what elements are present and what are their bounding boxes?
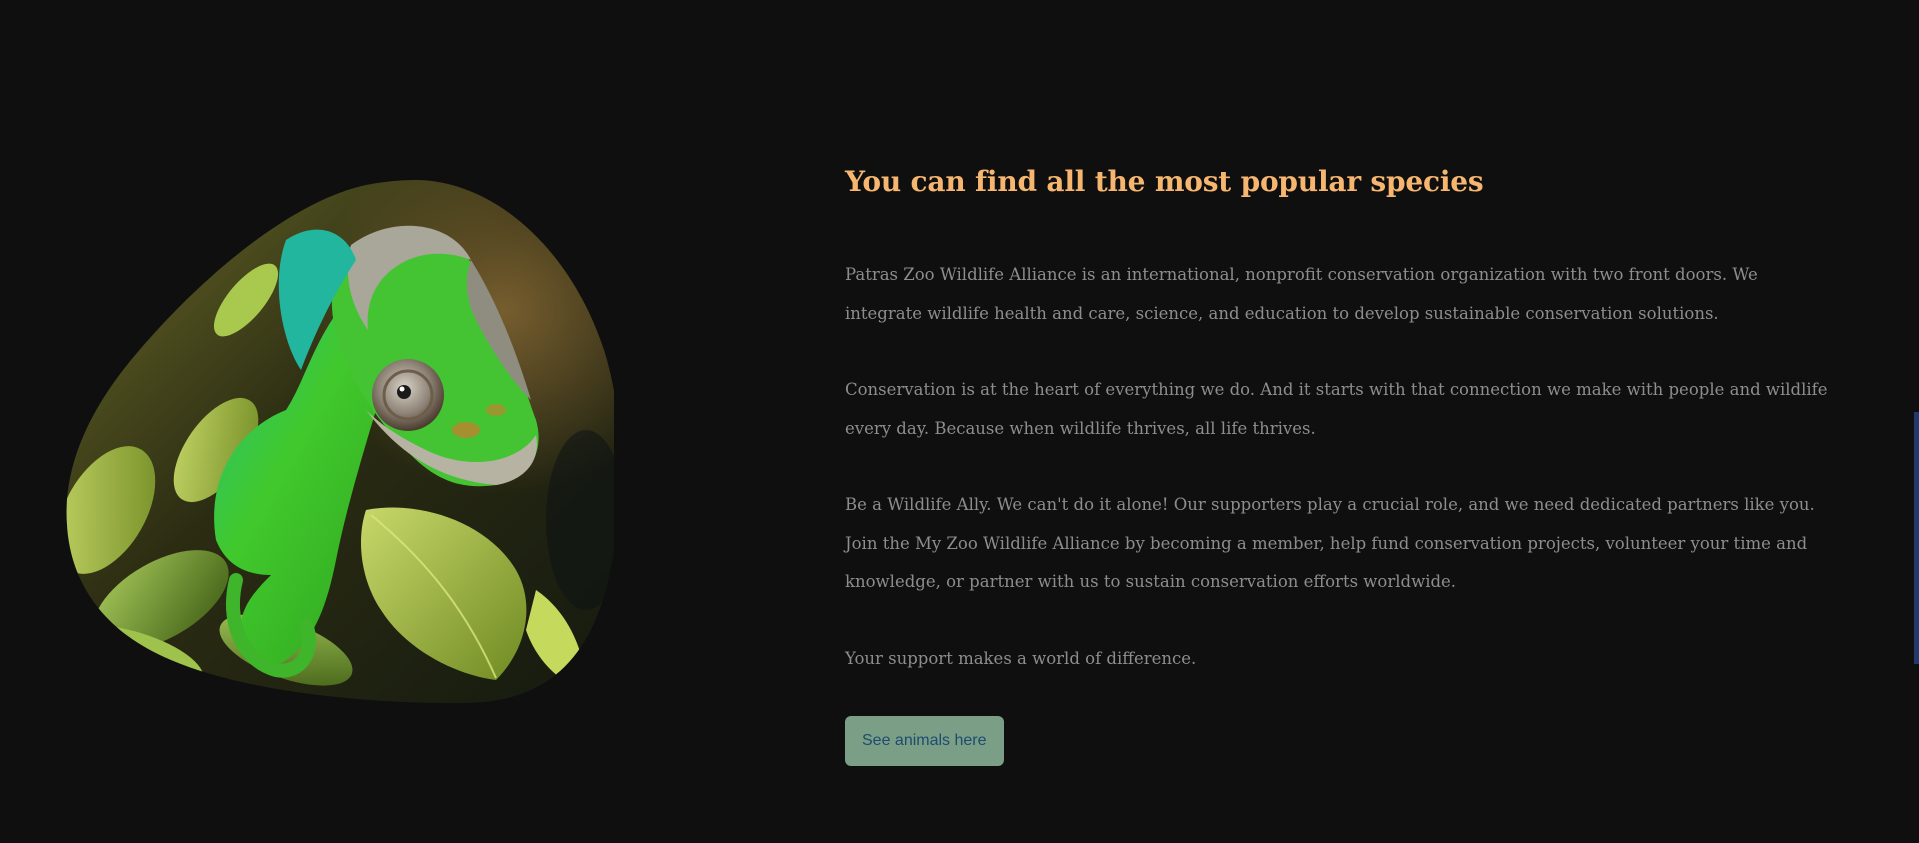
intro-section: You can find all the most popular specie…	[845, 160, 1835, 766]
page: You can find all the most popular specie…	[0, 0, 1919, 843]
chameleon-image	[66, 180, 614, 704]
paragraph-wildlife-ally: Be a Wildlife Ally. We can't do it alone…	[845, 495, 1815, 591]
see-animals-button[interactable]: See animals here	[845, 716, 1004, 766]
paragraph-about: Patras Zoo Wildlife Alliance is an inter…	[845, 265, 1758, 323]
section-heading: You can find all the most popular specie…	[845, 165, 1484, 198]
scrollbar-thumb[interactable]	[1914, 412, 1919, 664]
paragraph-conservation: Conservation is at the heart of everythi…	[845, 380, 1828, 438]
paragraph-support: Your support makes a world of difference…	[845, 648, 1197, 668]
